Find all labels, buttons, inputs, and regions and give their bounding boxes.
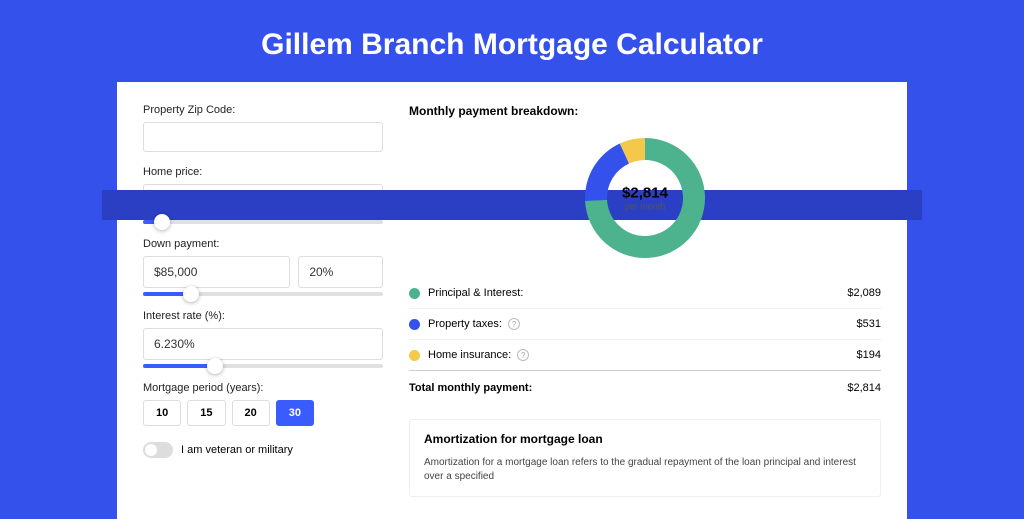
- total-label: Total monthly payment:: [409, 382, 847, 394]
- slider-thumb[interactable]: [183, 286, 199, 302]
- zip-label: Property Zip Code:: [143, 104, 383, 116]
- info-icon[interactable]: ?: [508, 318, 520, 330]
- home-price-label: Home price:: [143, 166, 383, 178]
- breakdown-value: $531: [857, 318, 881, 330]
- breakdown-label: Principal & Interest:: [428, 287, 847, 299]
- slider-thumb[interactable]: [207, 358, 223, 374]
- breakdown-value: $2,089: [847, 287, 881, 299]
- amortization-box: Amortization for mortgage loan Amortizat…: [409, 419, 881, 497]
- breakdown-title: Monthly payment breakdown:: [409, 104, 881, 118]
- period-label: Mortgage period (years):: [143, 382, 383, 394]
- down-payment-slider[interactable]: [143, 292, 383, 296]
- zip-input[interactable]: [143, 122, 383, 152]
- page-title: Gillem Branch Mortgage Calculator: [0, 0, 1024, 82]
- down-payment-pct-input[interactable]: [298, 256, 383, 288]
- calculator-card: Property Zip Code: Home price: Down paym…: [117, 82, 907, 519]
- results-column: Monthly payment breakdown: $2,814 per mo…: [409, 104, 881, 497]
- donut-sublabel: per month: [622, 202, 668, 212]
- legend-dot: [409, 288, 420, 299]
- card-shadow: [102, 190, 922, 220]
- legend-dot: [409, 350, 420, 361]
- veteran-label: I am veteran or military: [181, 444, 293, 456]
- breakdown-total-row: Total monthly payment:$2,814: [409, 370, 881, 403]
- period-button-15[interactable]: 15: [187, 400, 225, 426]
- period-buttons: 1015 2030: [143, 400, 383, 426]
- breakdown-row: Principal & Interest:$2,089: [409, 278, 881, 308]
- donut-value: $2,814: [622, 185, 668, 202]
- home-price-slider[interactable]: [143, 220, 383, 224]
- amortization-text: Amortization for a mortgage loan refers …: [424, 456, 866, 484]
- interest-rate-label: Interest rate (%):: [143, 310, 383, 322]
- payment-donut-chart: $2,814 per month: [583, 136, 707, 260]
- period-button-20[interactable]: 20: [232, 400, 270, 426]
- down-payment-input[interactable]: [143, 256, 290, 288]
- breakdown-row: Home insurance:?$194: [409, 339, 881, 370]
- interest-rate-input[interactable]: [143, 328, 383, 360]
- interest-rate-slider[interactable]: [143, 364, 383, 368]
- legend-dot: [409, 319, 420, 330]
- breakdown-label: Home insurance:?: [428, 349, 857, 361]
- breakdown-label: Property taxes:?: [428, 318, 857, 330]
- breakdown-value: $194: [857, 349, 881, 361]
- down-payment-label: Down payment:: [143, 238, 383, 250]
- period-button-30[interactable]: 30: [276, 400, 314, 426]
- period-button-10[interactable]: 10: [143, 400, 181, 426]
- info-icon[interactable]: ?: [517, 349, 529, 361]
- veteran-toggle[interactable]: [143, 442, 173, 458]
- slider-thumb[interactable]: [154, 214, 170, 230]
- breakdown-row: Property taxes:?$531: [409, 308, 881, 339]
- inputs-column: Property Zip Code: Home price: Down paym…: [143, 104, 383, 497]
- amortization-title: Amortization for mortgage loan: [424, 432, 866, 446]
- total-value: $2,814: [847, 382, 881, 394]
